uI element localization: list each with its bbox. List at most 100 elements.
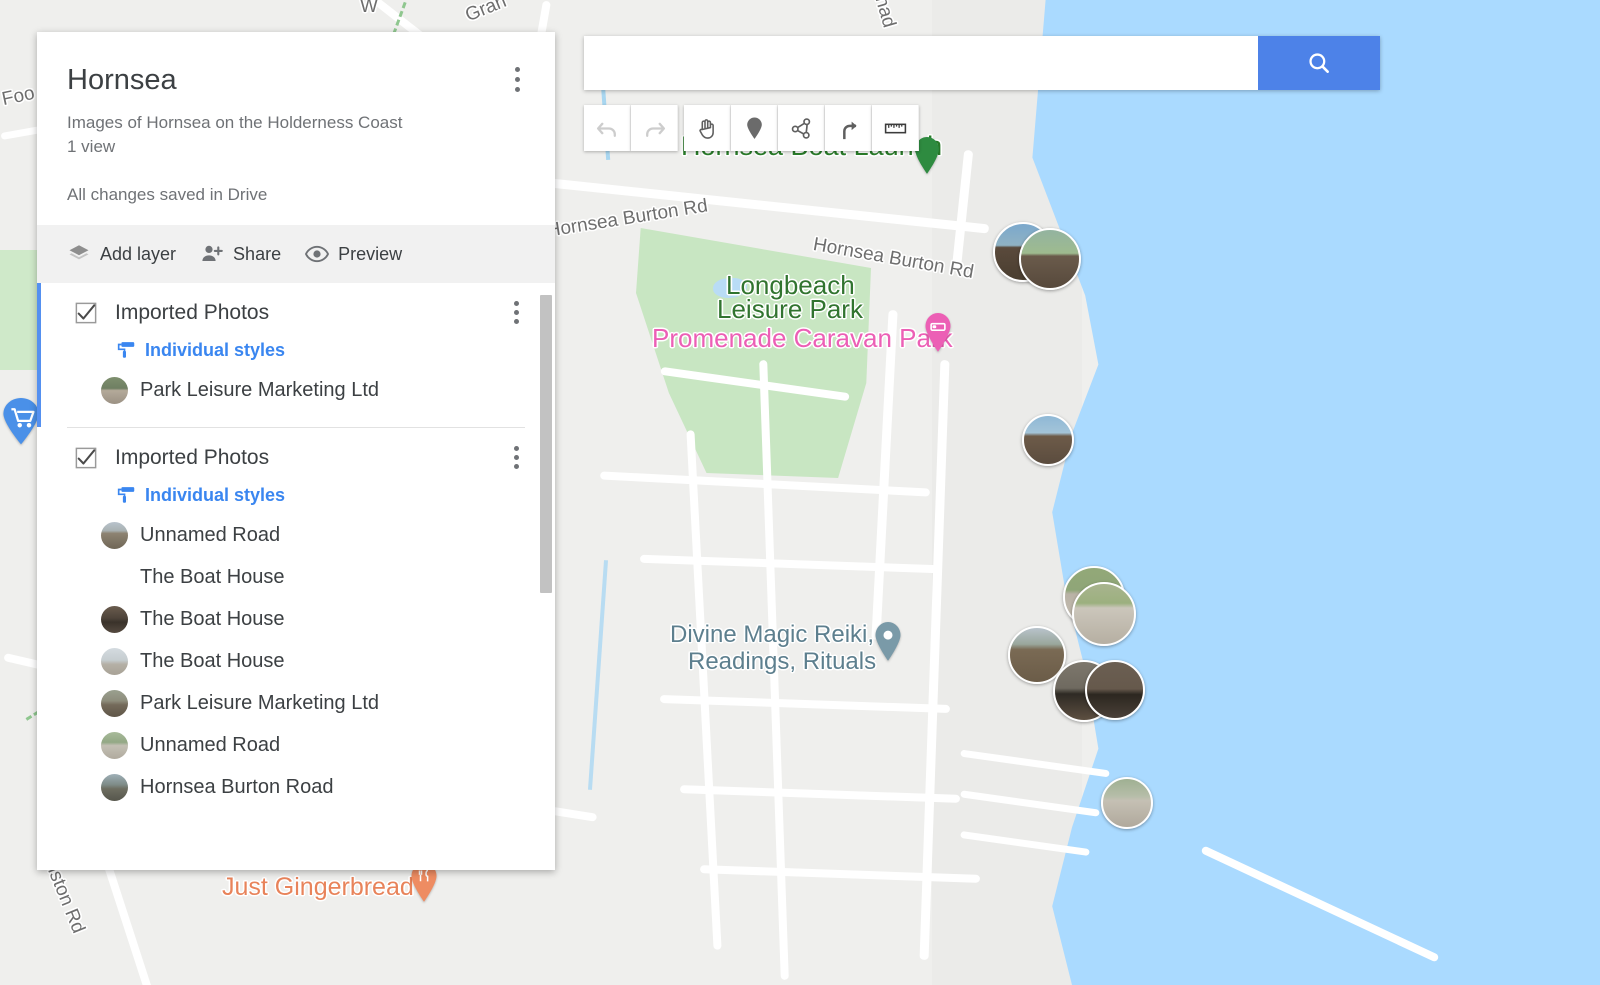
list-item[interactable]: Park Leisure Marketing Ltd: [75, 369, 525, 411]
map-view-count: 1 view: [67, 135, 525, 159]
photo-marker[interactable]: [1085, 660, 1145, 720]
map-label-foo: Foo: [0, 83, 37, 111]
promenade-caravan-park-pin[interactable]: [922, 313, 954, 353]
layer-header: Imported Photos: [75, 446, 525, 470]
feature-thumbnail: [101, 648, 128, 675]
map-stream: [588, 560, 608, 790]
paint-roller-icon: [115, 339, 137, 361]
map-options-menu-button[interactable]: [503, 62, 531, 96]
feature-thumbnail: [101, 732, 128, 759]
share-button[interactable]: Share: [200, 242, 281, 266]
layer-options-menu-button[interactable]: [503, 297, 529, 327]
search-input[interactable]: [584, 36, 1258, 90]
undo-arrow-icon: [595, 116, 620, 141]
list-item[interactable]: Park Leisure Marketing Ltd: [75, 682, 525, 724]
feature-thumbnail: [101, 564, 128, 591]
panel-action-bar: Add layer Share Preview: [37, 225, 555, 283]
kebab-menu-icon: [515, 67, 520, 72]
feature-name: Park Leisure Marketing Ltd: [140, 692, 379, 715]
feature-thumbnail: [101, 606, 128, 633]
divine-magic-reiki-pin[interactable]: [872, 622, 904, 662]
layers-icon: [67, 242, 91, 266]
map-legend-panel: Hornsea Images of Hornsea on the Holdern…: [37, 32, 555, 870]
page-title: Hornsea: [67, 64, 525, 97]
feature-name: Park Leisure Marketing Ltd: [140, 379, 379, 402]
feature-thumbnail: [101, 774, 128, 801]
hand-pan-icon: [695, 116, 720, 141]
feature-name: The Boat House: [140, 566, 285, 589]
map-marker-icon: [742, 116, 767, 141]
road-hornsea-burton: [521, 175, 989, 233]
feature-thumbnail: [101, 377, 128, 404]
search-icon: [1306, 50, 1332, 76]
road-segment: [871, 310, 897, 640]
map-description: Images of Hornsea on the Holderness Coas…: [67, 111, 525, 159]
feature-name: The Boat House: [140, 608, 285, 631]
layer-visibility-checkbox[interactable]: [75, 447, 97, 469]
feature-name: Unnamed Road: [140, 734, 280, 757]
add-marker-tool[interactable]: [731, 105, 778, 151]
map-label-just-gingerbread: Just Gingerbread: [222, 873, 414, 902]
search-bar: [584, 36, 1380, 90]
feature-name: Hornsea Burton Road: [140, 776, 333, 799]
road-segment: [680, 785, 960, 803]
map-park-longbeach: [636, 228, 871, 478]
map-toolbar: [584, 105, 919, 151]
my-maps-app: Hornsea Boat Launch Hornsea Burton Rd Ho…: [0, 0, 1600, 985]
checkbox-checked-icon: [75, 302, 97, 324]
undo-button[interactable]: [584, 105, 631, 151]
panel-scrollbar[interactable]: [540, 295, 552, 593]
photo-marker[interactable]: [1019, 228, 1081, 290]
layer-name: Imported Photos: [115, 446, 269, 470]
layer-item[interactable]: Imported Photos Individual styles: [37, 428, 555, 824]
photo-marker[interactable]: [1022, 414, 1074, 466]
person-add-icon: [200, 242, 224, 266]
map-label-divine-magic-reiki-2: Readings, Rituals: [688, 648, 876, 675]
list-item[interactable]: The Boat House: [75, 640, 525, 682]
feature-thumbnail: [101, 522, 128, 549]
pan-select-tool[interactable]: [684, 105, 731, 151]
list-item[interactable]: Unnamed Road: [75, 724, 525, 766]
layer-name: Imported Photos: [115, 301, 269, 325]
map-label-gran: Gran: [462, 0, 509, 27]
layers-scroll-area[interactable]: Imported Photos Individual styles: [37, 283, 555, 870]
search-button[interactable]: [1258, 36, 1380, 90]
add-directions-tool[interactable]: [825, 105, 872, 151]
feature-name: Unnamed Road: [140, 524, 280, 547]
list-item[interactable]: Unnamed Road: [75, 514, 525, 556]
map-description-text: Images of Hornsea on the Holderness Coas…: [67, 111, 525, 135]
panel-header: Hornsea Images of Hornsea on the Holdern…: [37, 32, 555, 225]
add-layer-button[interactable]: Add layer: [67, 242, 176, 266]
preview-label: Preview: [338, 244, 402, 265]
road-segment: [640, 555, 940, 573]
redo-arrow-icon: [642, 116, 667, 141]
list-item[interactable]: The Boat House: [75, 556, 525, 598]
save-status: All changes saved in Drive: [67, 185, 525, 205]
layer-options-menu-button[interactable]: [503, 442, 529, 472]
individual-styles-label: Individual styles: [145, 485, 285, 506]
checkbox-checked-icon: [75, 447, 97, 469]
individual-styles-link[interactable]: Individual styles: [115, 484, 525, 506]
redo-button[interactable]: [631, 105, 678, 151]
draw-line-tool[interactable]: [778, 105, 825, 151]
list-item[interactable]: Hornsea Burton Road: [75, 766, 525, 808]
paint-roller-icon: [115, 484, 137, 506]
ruler-icon: [883, 116, 908, 141]
map-label-enad: enad: [867, 0, 900, 30]
preview-button[interactable]: Preview: [305, 242, 402, 266]
share-label: Share: [233, 244, 281, 265]
eye-icon: [305, 242, 329, 266]
polyline-icon: [789, 116, 814, 141]
map-label-hornsea-burton-rd-west: Hornsea Burton Rd: [545, 195, 709, 242]
measure-distance-tool[interactable]: [872, 105, 919, 151]
layer-visibility-checkbox[interactable]: [75, 302, 97, 324]
layer-header: Imported Photos: [75, 301, 525, 325]
layer-item[interactable]: Imported Photos Individual styles: [37, 283, 555, 427]
shopping-cart-pin[interactable]: [0, 398, 42, 446]
map-green-area-left: [0, 250, 40, 370]
list-item[interactable]: The Boat House: [75, 598, 525, 640]
individual-styles-link[interactable]: Individual styles: [115, 339, 525, 361]
photo-marker[interactable]: [1101, 777, 1153, 829]
photo-marker[interactable]: [1072, 582, 1136, 646]
feature-name: The Boat House: [140, 650, 285, 673]
